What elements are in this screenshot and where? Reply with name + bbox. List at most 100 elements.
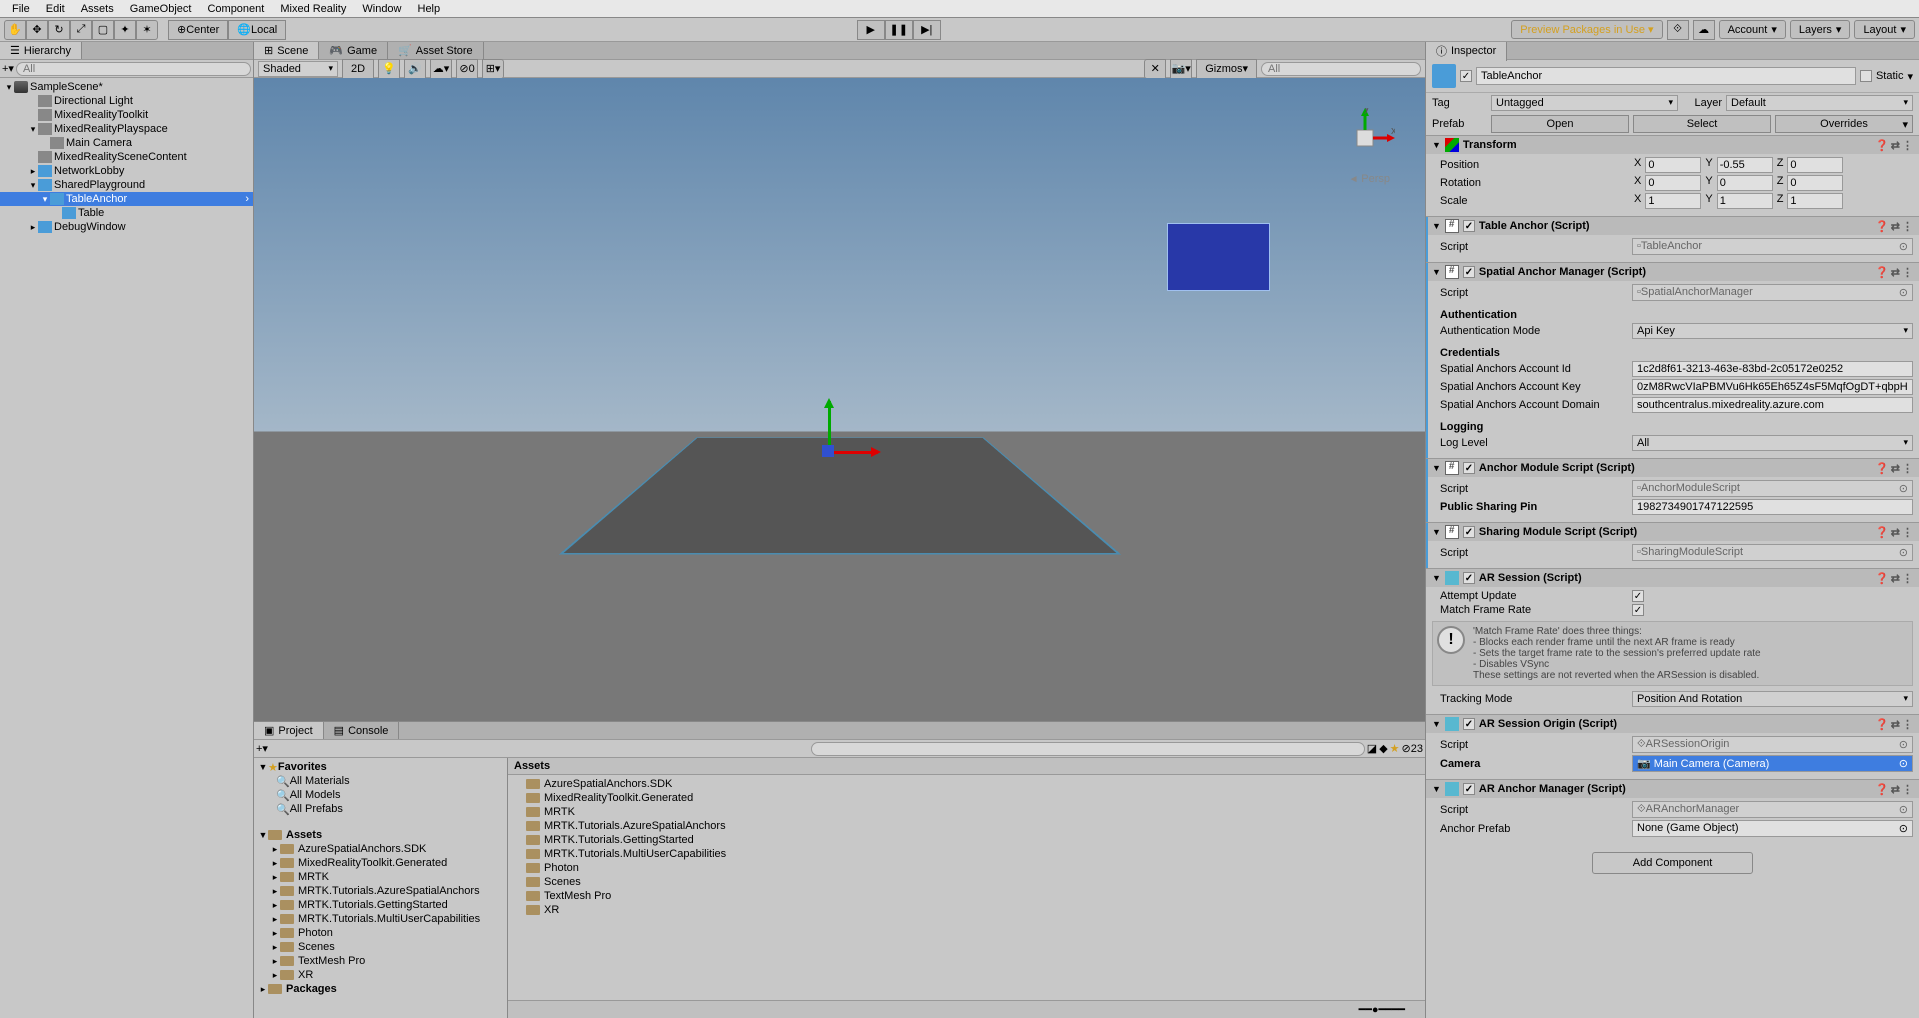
file-item[interactable]: Photon [510,861,1423,875]
hierarchy-item[interactable]: ▾SampleScene* [0,80,253,94]
tool-transform[interactable]: ✦ [114,20,136,40]
game-tab[interactable]: 🎮 Game [319,42,388,59]
tool-rotate[interactable]: ↻ [48,20,70,40]
file-item[interactable]: MRTK.Tutorials.AzureSpatialAnchors [510,819,1423,833]
menu-gameobject[interactable]: GameObject [122,1,200,17]
menu-help[interactable]: Help [410,1,449,17]
thumbnail-slider[interactable]: ━━●━━━━ [508,1000,1425,1018]
menu-icon[interactable]: ⋮ [1902,139,1913,152]
rotation-z[interactable] [1787,175,1843,191]
sharingmodule-script[interactable]: ▫SharingModuleScript⊙ [1632,544,1913,561]
inspector-tab[interactable]: ⓘ Inspector [1426,42,1507,61]
log-level-dropdown[interactable]: All [1632,435,1913,451]
aranchormanager-script[interactable]: ⟐ARAnchorManager⊙ [1632,801,1913,818]
shading-mode-dropdown[interactable]: Shaded [258,61,338,77]
account-id-input[interactable] [1632,361,1913,377]
arsessionorigin-enabled[interactable] [1463,718,1475,730]
anchormodule-foldout[interactable]: ▼ [1432,463,1441,473]
transform-foldout[interactable]: ▼ [1432,140,1441,150]
anchor-prefab-field[interactable]: None (Game Object)⊙ [1632,820,1913,837]
account-domain-input[interactable] [1632,397,1913,413]
spatialanchor-enabled[interactable] [1463,266,1475,278]
tool-scale[interactable]: ⤢ [70,20,92,40]
favorites-icon[interactable]: ★ [1390,742,1400,755]
project-folder[interactable]: ▸MixedRealityToolkit.Generated [254,856,507,870]
attempt-update-checkbox[interactable] [1632,590,1644,602]
hierarchy-item[interactable]: ▾SharedPlayground [0,178,253,192]
center-handle[interactable] [822,445,834,457]
sharingmodule-enabled[interactable] [1463,526,1475,538]
project-create-button[interactable]: +▾ [256,742,268,755]
file-item[interactable]: MRTK.Tutorials.GettingStarted [510,833,1423,847]
menu-component[interactable]: Component [199,1,272,17]
position-y[interactable] [1717,157,1773,173]
hierarchy-item[interactable]: ▾MixedRealityPlayspace [0,122,253,136]
project-folder[interactable]: ▸MRTK.Tutorials.AzureSpatialAnchors [254,884,507,898]
favorite-item[interactable]: 🔍 All Materials [254,774,507,788]
project-folder[interactable]: ▸MRTK.Tutorials.GettingStarted [254,898,507,912]
tool-custom[interactable]: ✶ [136,20,158,40]
hierarchy-item[interactable]: Directional Light [0,94,253,108]
rotation-y[interactable] [1717,175,1773,191]
project-tab[interactable]: ▣ Project [254,722,324,739]
orientation-gizmo[interactable]: y x [1335,108,1395,168]
step-button[interactable]: ▶| [913,20,941,40]
prefab-overrides-button[interactable]: Overrides▾ [1775,115,1913,133]
play-button[interactable]: ▶ [857,20,885,40]
grid-toggle[interactable]: ⊞▾ [482,59,504,79]
hierarchy-item[interactable]: Main Camera [0,136,253,150]
packages-folder[interactable]: ▸Packages [254,982,507,996]
aranchormanager-enabled[interactable] [1463,783,1475,795]
scale-z[interactable] [1787,193,1843,209]
preset-icon[interactable]: ⇄ [1891,139,1900,152]
lighting-toggle[interactable]: 💡 [378,59,400,79]
favorite-item[interactable]: 🔍 All Models [254,788,507,802]
hierarchy-item[interactable]: MixedRealitySceneContent [0,150,253,164]
account-key-input[interactable] [1632,379,1913,395]
favorites-header[interactable]: ▼★ Favorites [254,760,507,774]
pause-button[interactable]: ❚❚ [885,20,913,40]
filter-icon2[interactable]: ◆ [1379,742,1387,755]
assets-folder[interactable]: ▼Assets [254,828,507,842]
file-item[interactable]: MRTK [510,805,1423,819]
layer-dropdown[interactable]: Default [1726,95,1913,111]
file-item[interactable]: MixedRealityToolkit.Generated [510,791,1423,805]
menu-edit[interactable]: Edit [38,1,73,17]
arsessionorigin-foldout[interactable]: ▼ [1432,719,1441,729]
x-axis-handle[interactable] [828,451,878,454]
project-search[interactable] [811,742,1364,756]
layout-dropdown[interactable]: Layout ▾ [1854,20,1915,39]
project-folder[interactable]: ▸MRTK [254,870,507,884]
tableanchor-enabled[interactable] [1463,220,1475,232]
cloud-button[interactable]: ☁ [1693,20,1715,40]
assetstore-tab[interactable]: 🛒 Asset Store [388,42,484,59]
project-folder[interactable]: ▸MRTK.Tutorials.MultiUserCapabilities [254,912,507,926]
scale-x[interactable] [1645,193,1701,209]
object-name-input[interactable] [1476,67,1856,85]
console-tab[interactable]: ▤ Console [324,722,400,739]
sharingmodule-foldout[interactable]: ▼ [1432,527,1441,537]
project-folder[interactable]: ▸XR [254,968,507,982]
menu-mixedreality[interactable]: Mixed Reality [272,1,354,17]
hierarchy-tab[interactable]: ☰ Hierarchy [0,42,82,59]
hidden-toggle[interactable]: ⊘0 [456,59,478,79]
project-folder[interactable]: ▸AzureSpatialAnchors.SDK [254,842,507,856]
prefab-open-button[interactable]: Open [1491,115,1629,133]
hierarchy-item[interactable]: Table [0,206,253,220]
menu-assets[interactable]: Assets [73,1,122,17]
file-item[interactable]: XR [510,903,1423,917]
arsession-foldout[interactable]: ▼ [1432,573,1441,583]
hierarchy-item[interactable]: ▸NetworkLobby [0,164,253,178]
hidden-count[interactable]: ⊘23 [1402,742,1423,755]
anchormodule-enabled[interactable] [1463,462,1475,474]
pivot-center-button[interactable]: ⊕ Center [168,20,228,40]
project-folder[interactable]: ▸Photon [254,926,507,940]
help-icon[interactable]: ❓ [1875,139,1889,152]
anchormodule-script[interactable]: ▫AnchorModuleScript⊙ [1632,480,1913,497]
create-button[interactable]: +▾ [2,62,14,75]
fx-toggle[interactable]: ☁▾ [430,59,452,79]
scene-viewport[interactable]: y x ◄ Persp [254,78,1425,721]
scene-search[interactable] [1261,62,1421,76]
tool-hand[interactable]: ✋ [4,20,26,40]
menu-file[interactable]: File [4,1,38,17]
